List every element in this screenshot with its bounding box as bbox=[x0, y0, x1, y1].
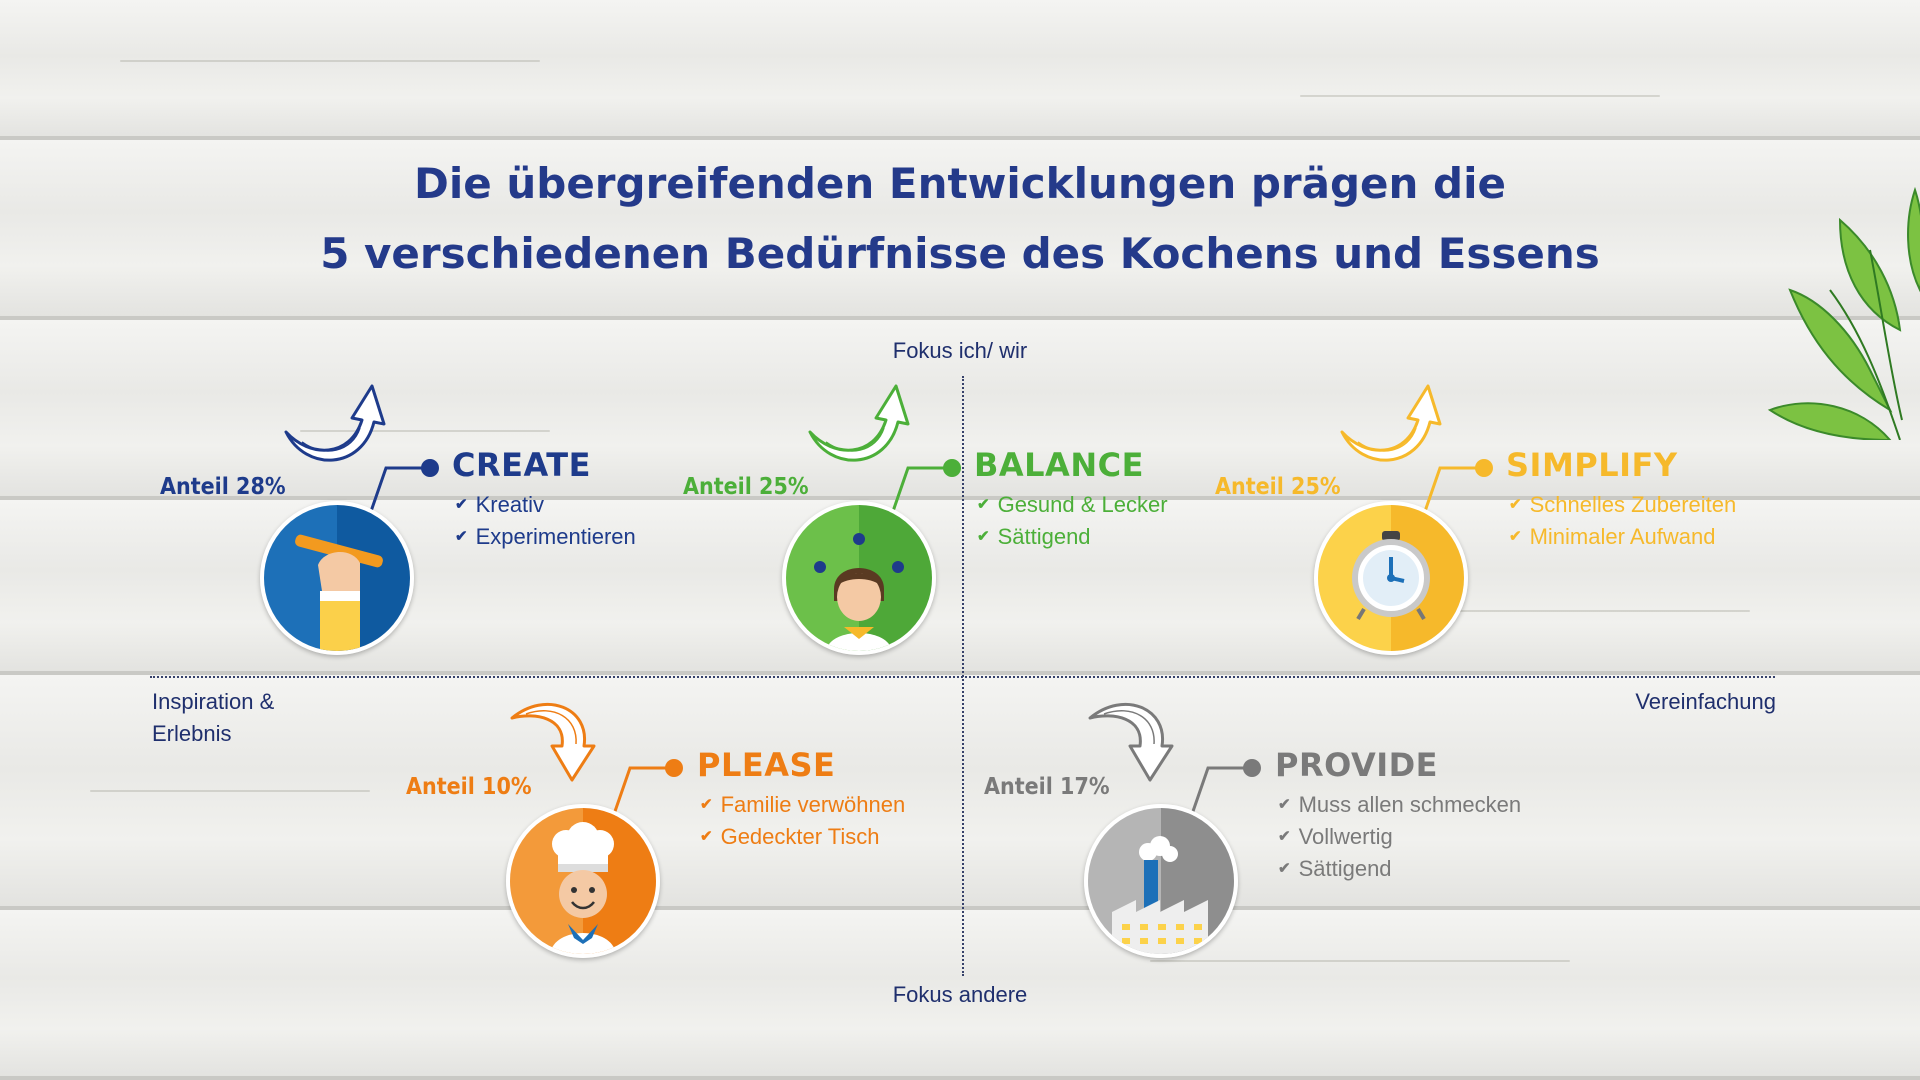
list-item: ✔ Experimentieren bbox=[455, 521, 636, 553]
stopwatch-icon bbox=[1314, 501, 1468, 655]
check-icon: ✔ bbox=[1278, 860, 1291, 877]
list-item: ✔ Minimaler Aufwand bbox=[1509, 521, 1736, 553]
check-icon: ✔ bbox=[455, 496, 468, 513]
create-item-2: Experimentieren bbox=[475, 524, 636, 549]
axis-label-bottom: Fokus andere bbox=[892, 982, 1028, 1007]
please-list: ✔ Familie verwöhnen ✔ Gedeckter Tisch bbox=[700, 789, 905, 853]
list-item: ✔ Gesund & Lecker bbox=[977, 489, 1168, 521]
check-icon: ✔ bbox=[455, 528, 468, 545]
please-item-1: Familie verwöhnen bbox=[720, 792, 906, 817]
list-item: ✔ Familie verwöhnen bbox=[700, 789, 905, 821]
please-title: PLEASE bbox=[697, 746, 836, 784]
axis-label-left-line-2: Erlebnis bbox=[152, 721, 232, 746]
page-title-line-2: 5 verschiedenen Bedürfnisse des Kochens … bbox=[320, 229, 1600, 278]
please-share: Anteil 10% bbox=[406, 774, 532, 800]
check-icon: ✔ bbox=[977, 496, 990, 513]
list-item: ✔ Kreativ bbox=[455, 489, 636, 521]
check-icon: ✔ bbox=[1278, 828, 1291, 845]
axis-label-right: Vereinfachung bbox=[1635, 689, 1776, 714]
create-list: ✔ Kreativ ✔ Experimentieren bbox=[455, 489, 636, 553]
list-item: ✔ Gedeckter Tisch bbox=[700, 821, 905, 853]
trend-down-arrow-icon bbox=[510, 702, 596, 782]
chef-icon bbox=[506, 804, 660, 958]
simplify-title: SIMPLIFY bbox=[1506, 446, 1678, 484]
provide-share: Anteil 17% bbox=[984, 774, 1110, 800]
create-share: Anteil 28% bbox=[160, 474, 286, 500]
list-item: ✔ Vollwertig bbox=[1278, 821, 1521, 853]
list-item: ✔ Schnelles Zubereiten bbox=[1509, 489, 1736, 521]
please-item-2: Gedeckter Tisch bbox=[720, 824, 880, 849]
axis-label-top: Fokus ich/ wir bbox=[892, 338, 1028, 363]
axis-label-left-line-1: Inspiration & bbox=[152, 689, 275, 714]
provide-item-1: Muss allen schmecken bbox=[1298, 792, 1522, 817]
factory-icon bbox=[1084, 804, 1238, 958]
list-item: ✔ Sättigend bbox=[977, 521, 1168, 553]
provide-item-3: Sättigend bbox=[1298, 856, 1392, 881]
check-icon: ✔ bbox=[700, 828, 713, 845]
list-item: ✔ Sättigend bbox=[1278, 853, 1521, 885]
provide-title: PROVIDE bbox=[1275, 746, 1439, 784]
check-icon: ✔ bbox=[977, 528, 990, 545]
balance-list: ✔ Gesund & Lecker ✔ Sättigend bbox=[977, 489, 1168, 553]
balance-item-2: Sättigend bbox=[997, 524, 1091, 549]
page-title-line-1: Die übergreifenden Entwicklungen prägen … bbox=[413, 159, 1507, 208]
trend-down-arrow-icon bbox=[1088, 702, 1174, 782]
balance-title: BALANCE bbox=[974, 446, 1144, 484]
provide-item-2: Vollwertig bbox=[1298, 824, 1393, 849]
create-title: CREATE bbox=[452, 446, 591, 484]
simplify-list: ✔ Schnelles Zubereiten ✔ Minimaler Aufwand bbox=[1509, 489, 1736, 553]
simplify-share: Anteil 25% bbox=[1215, 474, 1341, 500]
hand-pencil-icon bbox=[260, 501, 414, 655]
balance-share: Anteil 25% bbox=[683, 474, 809, 500]
person-juggling-icon bbox=[782, 501, 936, 655]
parsley-leaf-icon bbox=[1767, 186, 1920, 440]
list-item: ✔ Muss allen schmecken bbox=[1278, 789, 1521, 821]
simplify-item-1: Schnelles Zubereiten bbox=[1529, 492, 1737, 517]
provide-list: ✔ Muss allen schmecken ✔ Vollwertig ✔ Sätti… bbox=[1278, 789, 1521, 885]
check-icon: ✔ bbox=[1509, 496, 1522, 513]
create-item-1: Kreativ bbox=[475, 492, 545, 517]
check-icon: ✔ bbox=[1509, 528, 1522, 545]
check-icon: ✔ bbox=[700, 796, 713, 813]
check-icon: ✔ bbox=[1278, 796, 1291, 813]
simplify-item-2: Minimaler Aufwand bbox=[1529, 524, 1716, 549]
balance-item-1: Gesund & Lecker bbox=[997, 492, 1168, 517]
